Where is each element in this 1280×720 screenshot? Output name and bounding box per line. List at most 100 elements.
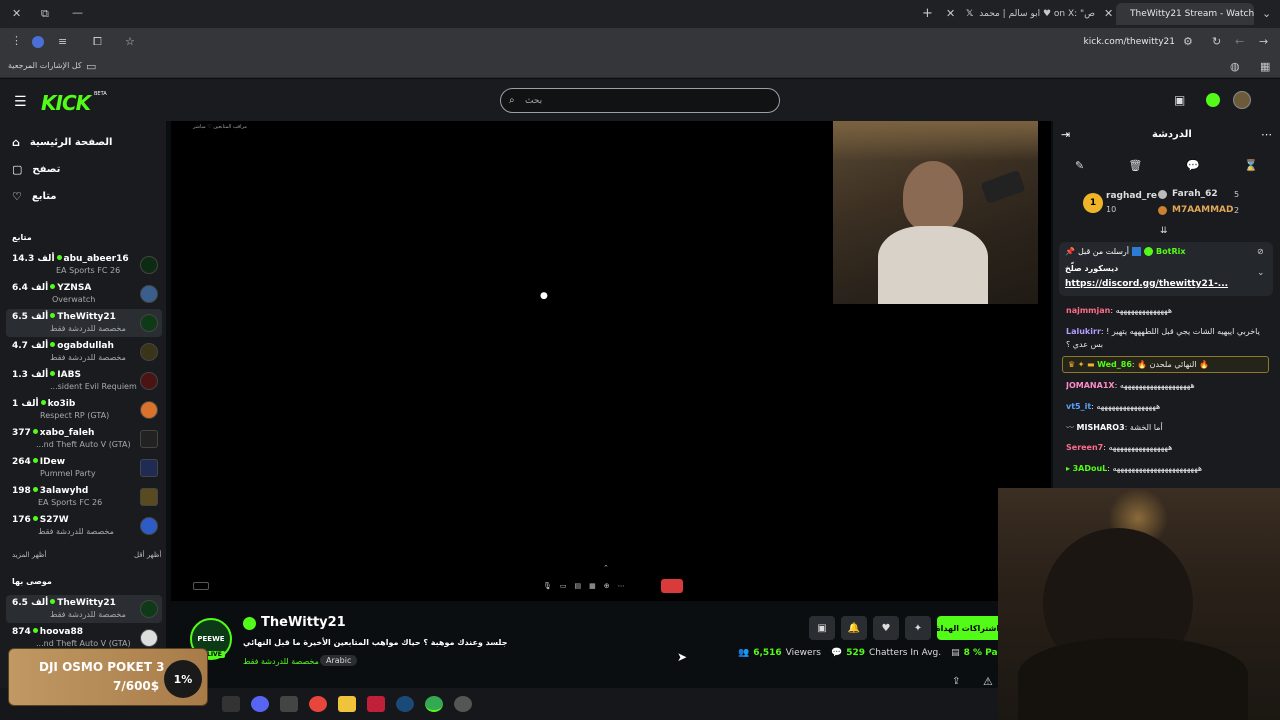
channel-name: TheWitty21 — [57, 312, 116, 322]
window-close-icon[interactable]: ✕ — [12, 8, 21, 19]
microphone — [980, 169, 1026, 205]
show-less-button[interactable]: أظهر أقل — [134, 551, 161, 559]
chat-username[interactable]: JOMANA1X — [1066, 381, 1115, 390]
user-avatar[interactable] — [1233, 91, 1251, 109]
channel-avatar — [140, 629, 158, 647]
chat-title: الدردشة — [1152, 129, 1192, 140]
hamburger-menu-icon[interactable]: ☰ — [14, 94, 27, 110]
channel-category: مخصصة للدردشة فقط — [50, 610, 126, 619]
sidebar-item-following[interactable]: ♡ متابع — [12, 190, 57, 203]
channel-row[interactable]: 1.3 ألف IABS ...sident Evil Requiem — [6, 367, 162, 395]
report-icon[interactable]: ⚠ — [983, 675, 993, 688]
forward-icon[interactable]: → — [1259, 36, 1268, 47]
window-minimize-icon[interactable]: — — [72, 7, 83, 18]
tab-list-icon[interactable]: ⌄ — [1262, 8, 1271, 19]
sidebar-item-browse[interactable]: ▢ تصفح — [12, 163, 60, 176]
tab-active[interactable]: TheWitty21 Stream - Watch — [1116, 3, 1254, 25]
pinned-message[interactable]: 📌 أرسلت من قبل BotRix ⊘ ديسكورد صلّخ htt… — [1059, 242, 1273, 296]
inventory-icon[interactable]: ▣ — [1174, 93, 1185, 107]
chat-username[interactable]: Sereen7 — [1066, 443, 1103, 452]
channel-row[interactable]: 176 S27W مخصصة للدردشة فقط — [6, 512, 162, 540]
channel-row[interactable]: 198 3alawyhd EA Sports FC 26 — [6, 483, 162, 511]
pinned-link[interactable]: https://discord.gg/thewitty21-... — [1065, 279, 1228, 289]
chat-bubble-icon[interactable]: 💬 — [1186, 159, 1200, 172]
channel-row[interactable]: 1 ألف ko3ib Respect RP (GTA) — [6, 396, 162, 424]
notifications-button[interactable]: 🔔 — [841, 616, 867, 640]
close-tab-icon[interactable]: ✕ — [1104, 8, 1113, 19]
stream-category[interactable]: مخصصة للدردشة فقط — [243, 657, 319, 666]
chat-username[interactable]: vt5_it — [1066, 402, 1091, 411]
url-text[interactable]: kick.com/thewitty21 — [1060, 37, 1175, 47]
app-icon[interactable] — [222, 696, 240, 712]
channel-row[interactable]: 14.3 ألف abu_abeer16 EA Sports FC 26 — [6, 251, 162, 279]
collapse-chat-icon[interactable]: ⇥ — [1061, 128, 1070, 141]
search-input[interactable]: ⌕ بحث — [500, 88, 780, 113]
channel-row[interactable]: 6.5 ألف TheWitty21 مخصصة للدردشة فقط — [6, 309, 162, 337]
obs-icon[interactable] — [454, 696, 472, 712]
chat-username[interactable]: Lalukirr — [1066, 327, 1101, 336]
mouse-pointer-icon: ➤ — [677, 650, 688, 664]
chat-username[interactable]: 3ADouL — [1073, 464, 1108, 473]
kick-coin-icon[interactable] — [1206, 93, 1220, 107]
gifter-name[interactable]: Farah_62 — [1172, 189, 1218, 199]
menu-dots-icon[interactable]: ⋮ — [11, 35, 22, 46]
channel-viewers-name: 264 IDew — [12, 457, 65, 467]
chat-text: 🔥 النهائي ملحدن 🔥 — [1137, 360, 1209, 369]
close-tab-icon[interactable]: ✕ — [946, 8, 955, 19]
all-bookmarks-link[interactable]: كل الإشارات المرجعية — [8, 61, 82, 70]
chat-message: Sereen7: ههههههههههههههههه — [1066, 443, 1173, 452]
language-tag[interactable]: Arabic — [320, 655, 358, 666]
chat-username[interactable]: najmmjan — [1066, 306, 1110, 315]
gifter-name[interactable]: M7AAMMAD — [1172, 205, 1234, 215]
extensions-icon[interactable]: ⧠ — [93, 36, 102, 47]
site-settings-icon[interactable]: ⚙ — [1183, 36, 1193, 47]
subscribe-button[interactable]: اشتراكات الهداة — [937, 616, 998, 640]
beta-badge: BETA — [94, 91, 107, 97]
channel-row[interactable]: 377 xabo_faleh ...nd Theft Auto V (GTA) — [6, 425, 162, 453]
discord-icon[interactable] — [251, 696, 269, 712]
chrome-active-icon[interactable] — [425, 696, 443, 712]
channel-row[interactable]: 4.7 ألف ogabdullah مخصصة للدردشة فقط — [6, 338, 162, 366]
viewer-webcam — [998, 488, 1280, 720]
window-maximize-icon[interactable]: ⧉ — [41, 8, 49, 19]
channel-category: ...sident Evil Requiem — [50, 382, 137, 391]
channel-avatar — [140, 459, 158, 477]
expand-gifters-icon[interactable]: ⇊ — [1160, 226, 1168, 236]
folder-icon[interactable] — [338, 696, 356, 712]
share-icon[interactable]: ⇪ — [952, 676, 960, 687]
sidebar-item-home[interactable]: ⌂ الصفحة الرئيسية — [12, 136, 112, 149]
reload-icon[interactable]: ↻ — [1212, 36, 1221, 47]
steam-icon[interactable] — [396, 696, 414, 712]
unpin-icon[interactable]: ⊘ — [1257, 247, 1264, 256]
tab-x[interactable]: 𝕏 ابو سالم | محمد ♥ on X: "هذا ص... — [958, 3, 1098, 25]
back-icon[interactable]: ← — [1235, 36, 1244, 47]
hourglass-icon[interactable]: ⌛ — [1244, 159, 1258, 172]
chat-menu-icon[interactable]: ⋯ — [1261, 128, 1272, 141]
chrome-icon[interactable] — [309, 696, 327, 712]
apps-grid-icon[interactable]: ▦ — [1260, 61, 1270, 72]
kick-logo[interactable]: KICK — [41, 91, 91, 115]
chevron-down-icon[interactable]: ⌄ — [1257, 268, 1265, 278]
channel-row[interactable]: 6.5 ألف TheWitty21 مخصصة للدردشة فقط — [6, 595, 162, 623]
gifter-name[interactable]: raghad_re — [1106, 191, 1157, 201]
channel-title[interactable]: TheWitty21 — [261, 615, 346, 630]
chat-username[interactable]: MISHARO3 — [1077, 423, 1125, 432]
profile-avatar-icon[interactable] — [32, 36, 44, 48]
app-icon[interactable] — [367, 696, 385, 712]
goal-progress: 1% — [164, 660, 202, 698]
trash-icon[interactable]: 🗑 — [1128, 159, 1142, 172]
channel-row[interactable]: 264 IDew Pummel Party — [6, 454, 162, 482]
gift-button[interactable]: ✦ — [905, 616, 931, 640]
new-tab-icon[interactable]: + — [922, 7, 933, 20]
chat-username[interactable]: Wed_86 — [1097, 360, 1132, 369]
tab-search-icon[interactable]: ≡ — [58, 36, 67, 47]
clip-button[interactable]: ▣ — [809, 616, 835, 640]
globe-icon[interactable]: ◍ — [1230, 61, 1240, 72]
show-more-button[interactable]: أظهر المزيد — [12, 551, 46, 559]
follow-button[interactable]: ♥ — [873, 616, 899, 640]
channel-row[interactable]: 6.4 ألف YZNSA Overwatch — [6, 280, 162, 308]
app-icon[interactable] — [280, 696, 298, 712]
channel-avatar — [140, 430, 158, 448]
pin-icon[interactable]: ✎ — [1075, 159, 1084, 172]
bookmark-star-icon[interactable]: ☆ — [125, 36, 135, 47]
